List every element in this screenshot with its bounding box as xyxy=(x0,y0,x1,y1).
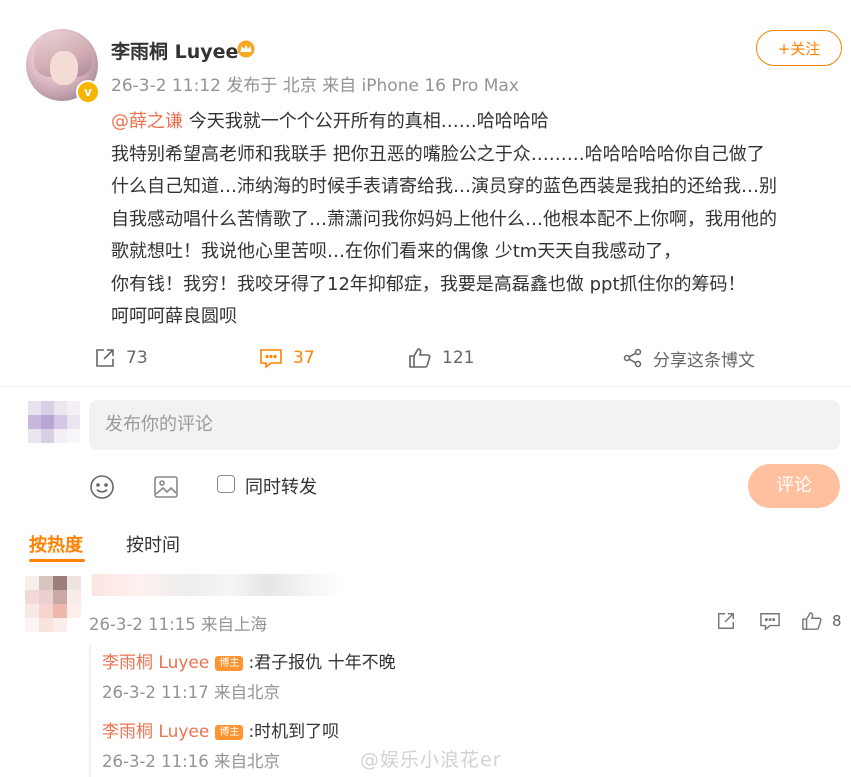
crown-icon xyxy=(237,40,255,58)
follow-button[interactable]: +关注 xyxy=(756,30,842,66)
comment-reply-icon[interactable] xyxy=(759,611,781,631)
like-action[interactable]: 121 xyxy=(408,342,474,374)
reply-item: 李雨桐 Luyee 博主 :时机到了呗 xyxy=(102,717,339,742)
commenter-avatar[interactable] xyxy=(25,576,81,632)
comment-count: 37 xyxy=(293,348,315,368)
reply-item: 李雨桐 Luyee 博主 :君子报仇 十年不晚 xyxy=(102,648,396,673)
like-count: 121 xyxy=(442,348,475,368)
divider xyxy=(0,386,851,387)
comment-repost-icon[interactable] xyxy=(716,611,736,631)
share-action[interactable]: 分享这条博文 xyxy=(623,342,755,374)
active-tab-indicator xyxy=(29,559,85,562)
tab-sort-time[interactable]: 按时间 xyxy=(126,531,180,557)
verified-badge-icon: v xyxy=(76,80,100,104)
reply-time: 26-3-2 11:16 来自北京 xyxy=(102,752,280,771)
thumbs-up-icon xyxy=(802,612,822,630)
reply-thread-line xyxy=(89,645,91,777)
commenter-name[interactable] xyxy=(92,574,342,596)
tab-sort-hot[interactable]: 按热度 xyxy=(29,531,83,557)
repost-checkbox[interactable] xyxy=(217,475,235,493)
reply-author[interactable]: 李雨桐 Luyee xyxy=(102,722,209,742)
content-line: 我特别希望高老师和我联手 把你丑恶的嘴脸公之于众………哈哈哈哈哈你自己做了 xyxy=(111,143,765,165)
current-user-avatar xyxy=(28,401,80,443)
reply-text: :时机到了呗 xyxy=(248,722,340,742)
comment-time: 26-3-2 11:15 来自上海 xyxy=(89,615,267,634)
comment-like-count: 8 xyxy=(832,612,842,630)
reply-author[interactable]: 李雨桐 Luyee xyxy=(102,653,209,673)
comment-action[interactable]: 37 xyxy=(259,342,315,374)
reply-time: 26-3-2 11:17 来自北京 xyxy=(102,683,280,702)
reply-text: :君子报仇 十年不晚 xyxy=(248,653,396,673)
repost-icon xyxy=(96,349,114,367)
content-line: 你有钱！我穷！我咬牙得了12年抑郁症，我要是高磊鑫也做 ppt抓住你的筹码！ xyxy=(111,273,746,295)
content-line: 呵呵呵薛良圆呗 xyxy=(111,306,237,327)
repost-action[interactable]: 73 xyxy=(94,342,148,374)
content-line: 自我感动唱什么苦情歌了…萧潇问我你妈妈上他什么…他根本配不上你啊，我用他的 xyxy=(111,208,777,230)
post-content: @薛之谦 今天我就一个个公开所有的真相……哈哈哈哈 我特别希望高老师和我联手 把… xyxy=(111,106,841,334)
author-badge: 博主 xyxy=(215,725,244,740)
share-icon xyxy=(623,348,642,368)
share-label: 分享这条博文 xyxy=(653,350,755,371)
content-line: 今天我就一个个公开所有的真相……哈哈哈哈 xyxy=(188,111,549,132)
content-line: 什么自己知道…沛纳海的时候手表请寄给我…演员穿的蓝色西装是我拍的还给我…别 xyxy=(111,176,777,197)
author-name[interactable]: 李雨桐 Luyee xyxy=(111,37,238,64)
emoji-icon[interactable] xyxy=(89,474,115,500)
post-meta: 26-3-2 11:12 发布于 北京 来自 iPhone 16 Pro Max xyxy=(111,76,519,96)
repost-count: 73 xyxy=(126,348,148,368)
submit-comment-button[interactable]: 评论 xyxy=(748,464,840,508)
content-line: 歌就想吐！我说他心里苦呗…在你们看来的偶像 少tm天天自我感动了， xyxy=(111,241,682,262)
comment-input[interactable]: 发布你的评论 xyxy=(89,400,840,450)
thumbs-up-icon xyxy=(409,348,431,368)
image-upload-icon[interactable] xyxy=(153,474,179,500)
comment-like-action[interactable]: 8 xyxy=(801,609,842,633)
comment-icon xyxy=(260,349,282,369)
mention-link[interactable]: @薛之谦 xyxy=(111,111,183,132)
repost-checkbox-label[interactable]: 同时转发 xyxy=(245,473,317,499)
author-badge: 博主 xyxy=(215,656,244,671)
watermark-text: @娱乐小浪花er xyxy=(360,749,502,771)
